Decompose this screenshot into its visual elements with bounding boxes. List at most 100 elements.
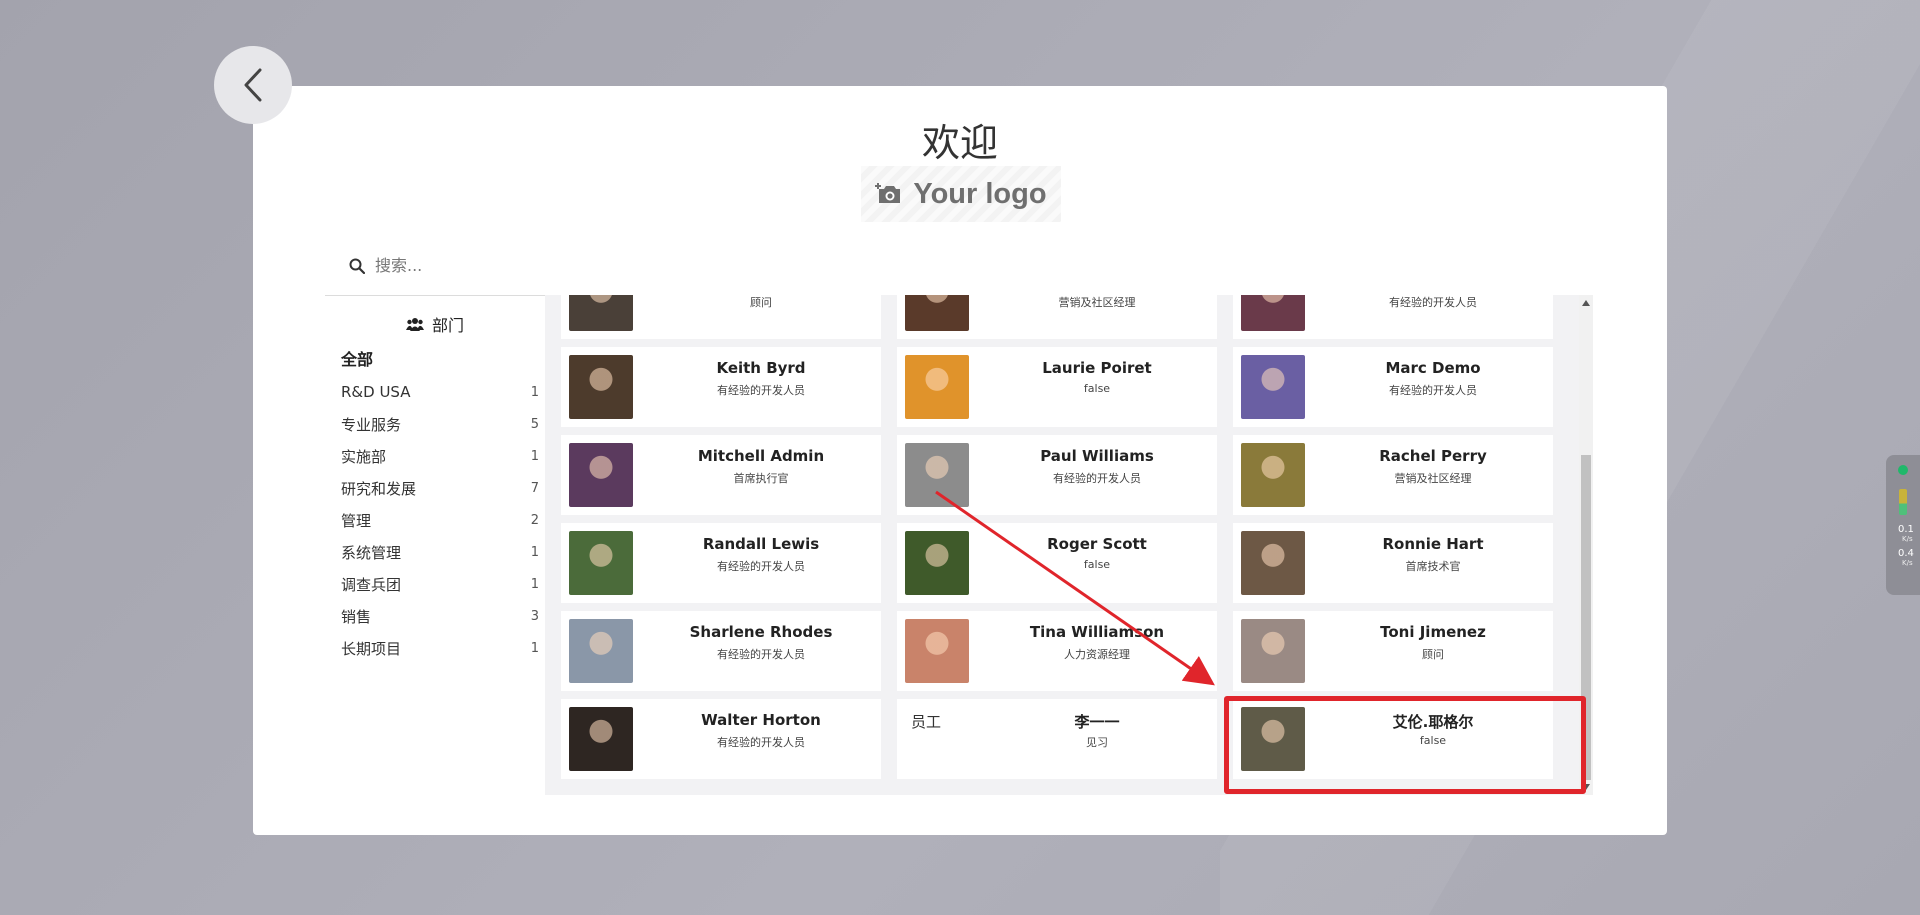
department-item-count: 5 bbox=[530, 416, 539, 432]
employee-info: Paul Williams 有经验的开发人员 bbox=[977, 447, 1217, 486]
employee-role: 有经验的开发人员 bbox=[717, 736, 805, 749]
upload-speed: 0.1 bbox=[1898, 524, 1914, 535]
department-item-label: 实施部 bbox=[341, 447, 387, 466]
employee-name: Ronnie Hart bbox=[1382, 535, 1484, 553]
scrollbar-thumb[interactable] bbox=[1581, 455, 1591, 780]
department-item-count: 1 bbox=[530, 640, 539, 656]
employee-avatar bbox=[1241, 619, 1305, 683]
employee-card[interactable]: Roger Scott false bbox=[897, 523, 1217, 603]
scroll-down-arrow[interactable] bbox=[1582, 784, 1590, 790]
employee-info: 营销及社区经理 bbox=[977, 295, 1217, 310]
employee-card[interactable]: Randall Lewis 有经验的开发人员 bbox=[561, 523, 881, 603]
employee-avatar bbox=[569, 619, 633, 683]
employee-info: Tina Williamson 人力资源经理 bbox=[977, 623, 1217, 662]
employee-card[interactable]: Walter Horton 有经验的开发人员 bbox=[561, 699, 881, 779]
employee-avatar bbox=[569, 707, 633, 771]
employee-role: 见习 bbox=[1086, 736, 1108, 749]
employee-avatar bbox=[905, 531, 969, 595]
employee-info: Marc Demo 有经验的开发人员 bbox=[1313, 359, 1553, 398]
employee-role: 有经验的开发人员 bbox=[1389, 296, 1477, 309]
employee-card[interactable]: 员工 李一一 见习 bbox=[897, 699, 1217, 779]
camera-icon bbox=[875, 183, 901, 203]
department-heading: 部门 bbox=[385, 308, 485, 340]
employee-card[interactable]: Mitchell Admin 首席执行官 bbox=[561, 435, 881, 515]
employee-card[interactable]: Keith Byrd 有经验的开发人员 bbox=[561, 347, 881, 427]
employee-card[interactable]: Rachel Perry 营销及社区经理 bbox=[1233, 435, 1553, 515]
employee-info: Laurie Poiret false bbox=[977, 359, 1217, 395]
employee-card[interactable]: 有经验的开发人员 bbox=[1233, 295, 1553, 339]
employee-info: Roger Scott false bbox=[977, 535, 1217, 571]
employee-card[interactable]: 顾问 bbox=[561, 295, 881, 339]
employee-grid: 顾问 营销及社区经理 有经验的开发人员 Keith Byrd 有经验的开发人员 Lauri… bbox=[561, 295, 1573, 779]
employee-info: Toni Jimenez 顾问 bbox=[1313, 623, 1553, 662]
employee-info: 有经验的开发人员 bbox=[1313, 295, 1553, 310]
employee-role: 顾问 bbox=[1422, 648, 1444, 661]
department-item-label: 销售 bbox=[341, 607, 372, 626]
employee-name: Laurie Poiret bbox=[1042, 359, 1152, 377]
employee-info: Sharlene Rhodes 有经验的开发人员 bbox=[641, 623, 881, 662]
usage-bar bbox=[1899, 489, 1907, 515]
employee-role: 有经验的开发人员 bbox=[1389, 384, 1477, 397]
employee-grid-container: 顾问 营销及社区经理 有经验的开发人员 Keith Byrd 有经验的开发人员 Lauri… bbox=[545, 295, 1593, 795]
employee-name: Sharlene Rhodes bbox=[689, 623, 833, 641]
department-item-label: 研究和发展 bbox=[341, 479, 417, 498]
department-heading-label: 部门 bbox=[431, 316, 464, 335]
department-item[interactable]: 销售 3 bbox=[325, 600, 543, 632]
department-sidebar: 部门 全部 R&D USA 1 专业服务 5 实施部 1 研究和发展 7 管理 2 系统管理 1 调查兵… bbox=[325, 308, 543, 664]
employee-role: 有经验的开发人员 bbox=[717, 648, 805, 661]
employee-card[interactable]: Toni Jimenez 顾问 bbox=[1233, 611, 1553, 691]
department-item[interactable]: 实施部 1 bbox=[325, 440, 543, 472]
employee-card[interactable]: Laurie Poiret false bbox=[897, 347, 1217, 427]
department-item-label: 管理 bbox=[341, 511, 372, 530]
search-input[interactable] bbox=[375, 256, 975, 275]
kiosk-card: 欢迎 Your logo 部门 全部 R&D USA1专 bbox=[253, 86, 1667, 835]
employee-info: 李一一 见习 bbox=[977, 711, 1217, 750]
department-item[interactable]: 管理 2 bbox=[325, 504, 543, 536]
employee-name: 艾伦.耶格尔 bbox=[1392, 713, 1474, 731]
department-item-label: 调查兵团 bbox=[341, 575, 402, 594]
department-item[interactable]: 专业服务 5 bbox=[325, 408, 543, 440]
employee-role: 营销及社区经理 bbox=[1394, 472, 1472, 485]
department-item[interactable]: 系统管理 1 bbox=[325, 536, 543, 568]
employee-avatar bbox=[569, 531, 633, 595]
scrollbar[interactable] bbox=[1579, 295, 1593, 795]
employee-info: Ronnie Hart 首席技术官 bbox=[1313, 535, 1553, 574]
employee-info: Keith Byrd 有经验的开发人员 bbox=[641, 359, 881, 398]
department-item[interactable]: 长期项目 1 bbox=[325, 632, 543, 664]
employee-card[interactable]: 营销及社区经理 bbox=[897, 295, 1217, 339]
department-item-count: 1 bbox=[530, 448, 539, 464]
employee-role: 首席技术官 bbox=[1405, 560, 1461, 573]
chevron-left-icon bbox=[244, 68, 262, 102]
download-speed: 0.4 bbox=[1898, 548, 1914, 559]
employee-card[interactable]: Tina Williamson 人力资源经理 bbox=[897, 611, 1217, 691]
department-item-count: 2 bbox=[530, 512, 539, 528]
employee-card[interactable]: Marc Demo 有经验的开发人员 bbox=[1233, 347, 1553, 427]
department-item-label: 长期项目 bbox=[341, 639, 402, 658]
department-item-label: 专业服务 bbox=[341, 415, 402, 434]
employee-card[interactable]: Paul Williams 有经验的开发人员 bbox=[897, 435, 1217, 515]
employee-avatar bbox=[1241, 707, 1305, 771]
employee-info: 顾问 bbox=[641, 295, 881, 310]
employee-avatar bbox=[905, 443, 969, 507]
employee-card[interactable]: Ronnie Hart 首席技术官 bbox=[1233, 523, 1553, 603]
employee-avatar bbox=[1241, 295, 1305, 331]
employee-card[interactable]: Sharlene Rhodes 有经验的开发人员 bbox=[561, 611, 881, 691]
status-dot bbox=[1898, 465, 1908, 475]
department-item[interactable]: R&D USA 1 bbox=[325, 376, 543, 408]
network-speed-widget[interactable]: 0.1 K/s 0.4 K/s bbox=[1886, 455, 1920, 595]
department-all[interactable]: 全部 bbox=[341, 344, 543, 376]
scroll-up-arrow[interactable] bbox=[1582, 300, 1590, 306]
department-item-count: 1 bbox=[530, 384, 539, 400]
back-button[interactable] bbox=[214, 46, 292, 124]
employee-role: 顾问 bbox=[750, 296, 772, 309]
employee-card[interactable]: 艾伦.耶格尔 false bbox=[1233, 699, 1553, 779]
department-item-label: 系统管理 bbox=[341, 543, 402, 562]
employee-avatar bbox=[905, 295, 969, 331]
department-item[interactable]: 研究和发展 7 bbox=[325, 472, 543, 504]
department-item[interactable]: 调查兵团 1 bbox=[325, 568, 543, 600]
page-title: 欢迎 bbox=[921, 121, 998, 165]
employee-avatar bbox=[569, 295, 633, 331]
employee-info: Mitchell Admin 首席执行官 bbox=[641, 447, 881, 486]
employee-name: Paul Williams bbox=[1040, 447, 1154, 465]
employee-avatar-broken-image: 员工 bbox=[911, 713, 942, 731]
